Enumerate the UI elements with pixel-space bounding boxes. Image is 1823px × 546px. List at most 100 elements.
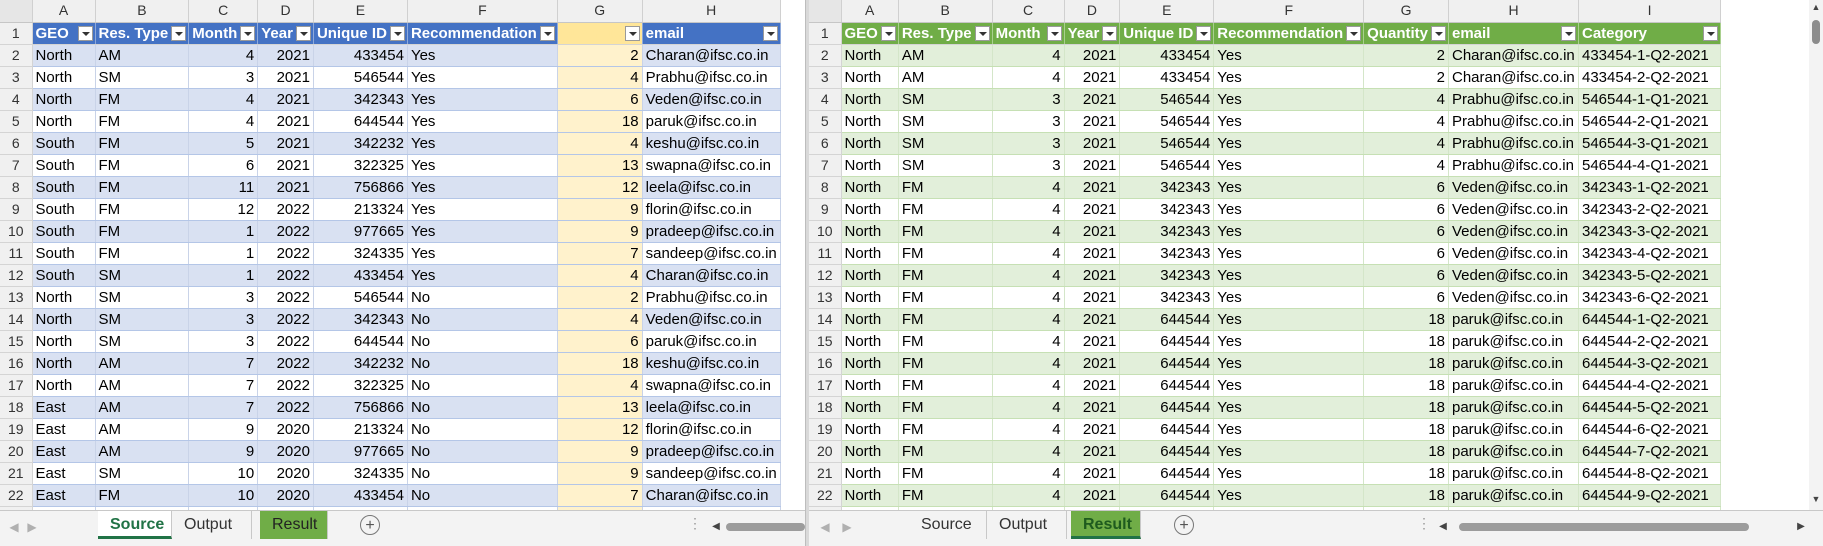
table-cell[interactable]: 4	[1363, 132, 1449, 155]
table-cell[interactable]: North	[32, 286, 96, 309]
row-number[interactable]: 1	[0, 22, 33, 45]
table-cell[interactable]: 6	[1363, 220, 1449, 243]
filter-dropdown-icon[interactable]	[1102, 25, 1118, 41]
table-cell[interactable]: paruk@ifsc.co.in	[1448, 330, 1579, 353]
column-header[interactable]: I	[1578, 0, 1722, 23]
row-number[interactable]: 9	[0, 198, 33, 221]
table-cell[interactable]: East	[32, 462, 96, 485]
table-cell[interactable]: No	[407, 396, 558, 419]
table-cell[interactable]: North	[32, 374, 96, 397]
table-header-cell[interactable]: Month	[992, 22, 1065, 45]
table-cell[interactable]: Veden@ifsc.co.in	[1448, 286, 1579, 309]
table-cell[interactable]: 2021	[1064, 374, 1121, 397]
table-cell[interactable]: Yes	[1213, 44, 1365, 67]
next-sheet-arrow-icon[interactable]: ▶	[24, 518, 40, 536]
table-cell[interactable]: No	[407, 440, 558, 463]
table-cell[interactable]: 2021	[1064, 242, 1121, 265]
table-cell[interactable]: FM	[95, 154, 190, 177]
table-cell[interactable]: Yes	[1213, 110, 1365, 133]
table-cell[interactable]: North	[841, 66, 899, 89]
table-cell[interactable]: Yes	[407, 154, 558, 177]
row-number[interactable]: 10	[0, 220, 33, 243]
table-cell[interactable]: FM	[898, 220, 993, 243]
table-cell[interactable]: North	[32, 44, 96, 67]
table-cell[interactable]: Veden@ifsc.co.in	[1448, 220, 1579, 243]
row-number[interactable]: 7	[0, 154, 33, 177]
table-cell[interactable]: 342343	[1119, 286, 1215, 309]
table-cell[interactable]: 2021	[1064, 352, 1121, 375]
table-cell[interactable]: 6	[1363, 198, 1449, 221]
table-cell[interactable]: 342343	[313, 308, 408, 331]
table-cell[interactable]: 2021	[1064, 308, 1121, 331]
table-cell[interactable]: 644544-2-Q2-2021	[1578, 330, 1722, 353]
table-cell[interactable]: 4	[992, 44, 1065, 67]
row-number[interactable]: 21	[809, 462, 842, 485]
table-cell[interactable]: 7	[188, 352, 259, 375]
table-cell[interactable]: 2022	[257, 374, 314, 397]
table-cell[interactable]: Prabhu@ifsc.co.in	[1448, 132, 1579, 155]
table-cell[interactable]: sandeep@ifsc.co.in	[642, 242, 781, 265]
table-cell[interactable]: 2	[557, 44, 643, 67]
table-cell[interactable]: FM	[898, 242, 993, 265]
column-header[interactable]: A	[841, 0, 899, 23]
row-number[interactable]: 21	[0, 462, 33, 485]
column-header[interactable]: C	[992, 0, 1065, 23]
table-cell[interactable]: North	[32, 352, 96, 375]
table-cell[interactable]: 4	[992, 176, 1065, 199]
scroll-right-icon[interactable]: ▶	[1795, 520, 1807, 534]
select-all-corner[interactable]	[0, 0, 33, 23]
table-cell[interactable]: AM	[95, 418, 190, 441]
table-cell[interactable]: 12	[557, 176, 643, 199]
row-number[interactable]: 3	[0, 66, 33, 89]
table-cell[interactable]: North	[32, 88, 96, 111]
row-number[interactable]: 20	[0, 440, 33, 463]
table-cell[interactable]: 4	[557, 66, 643, 89]
table-cell[interactable]: Yes	[1213, 66, 1365, 89]
table-cell[interactable]: North	[841, 418, 899, 441]
table-cell[interactable]: North	[841, 396, 899, 419]
table-cell[interactable]: Charan@ifsc.co.in	[642, 44, 781, 67]
table-cell[interactable]: 4	[992, 220, 1065, 243]
prev-sheet-arrow-icon[interactable]: ◀	[817, 518, 833, 536]
table-cell[interactable]: South	[32, 176, 96, 199]
table-cell[interactable]: Yes	[1213, 484, 1365, 507]
row-number[interactable]: 22	[0, 484, 33, 507]
table-header-cell[interactable]: Year	[1064, 22, 1121, 45]
table-cell[interactable]: 2022	[257, 264, 314, 287]
table-cell[interactable]: 756866	[313, 176, 408, 199]
table-cell[interactable]: 2022	[257, 198, 314, 221]
table-cell[interactable]: Yes	[1213, 198, 1365, 221]
table-cell[interactable]: 4	[188, 88, 259, 111]
table-cell[interactable]: 644544-5-Q2-2021	[1578, 396, 1722, 419]
row-number[interactable]: 18	[809, 396, 842, 419]
table-cell[interactable]: pradeep@ifsc.co.in	[642, 440, 781, 463]
table-cell[interactable]: Veden@ifsc.co.in	[642, 88, 781, 111]
row-number[interactable]: 22	[809, 484, 842, 507]
filter-dropdown-icon[interactable]	[295, 25, 311, 41]
table-cell[interactable]: SM	[898, 110, 993, 133]
table-cell[interactable]: 2022	[257, 220, 314, 243]
table-cell[interactable]: No	[407, 308, 558, 331]
table-cell[interactable]: AM	[95, 374, 190, 397]
filter-dropdown-icon[interactable]	[762, 25, 778, 41]
table-cell[interactable]: East	[32, 440, 96, 463]
column-header[interactable]: G	[557, 0, 643, 23]
table-cell[interactable]: paruk@ifsc.co.in	[1448, 352, 1579, 375]
table-cell[interactable]: paruk@ifsc.co.in	[642, 330, 781, 353]
table-cell[interactable]: Veden@ifsc.co.in	[642, 308, 781, 331]
table-cell[interactable]: South	[32, 220, 96, 243]
table-cell[interactable]: 546544	[1119, 154, 1215, 177]
table-cell[interactable]: 2021	[1064, 198, 1121, 221]
table-cell[interactable]: 342343-2-Q2-2021	[1578, 198, 1722, 221]
table-cell[interactable]: FM	[95, 132, 190, 155]
select-all-corner[interactable]	[809, 0, 842, 23]
table-cell[interactable]: 342343-5-Q2-2021	[1578, 264, 1722, 287]
table-cell[interactable]: 4	[992, 264, 1065, 287]
table-cell[interactable]: 546544	[1119, 132, 1215, 155]
table-cell[interactable]: Yes	[407, 44, 558, 67]
table-cell[interactable]: North	[32, 110, 96, 133]
table-cell[interactable]: 10	[188, 484, 259, 507]
table-cell[interactable]: 433454	[313, 264, 408, 287]
table-cell[interactable]: Veden@ifsc.co.in	[1448, 176, 1579, 199]
table-cell[interactable]: 644544	[1119, 330, 1215, 353]
